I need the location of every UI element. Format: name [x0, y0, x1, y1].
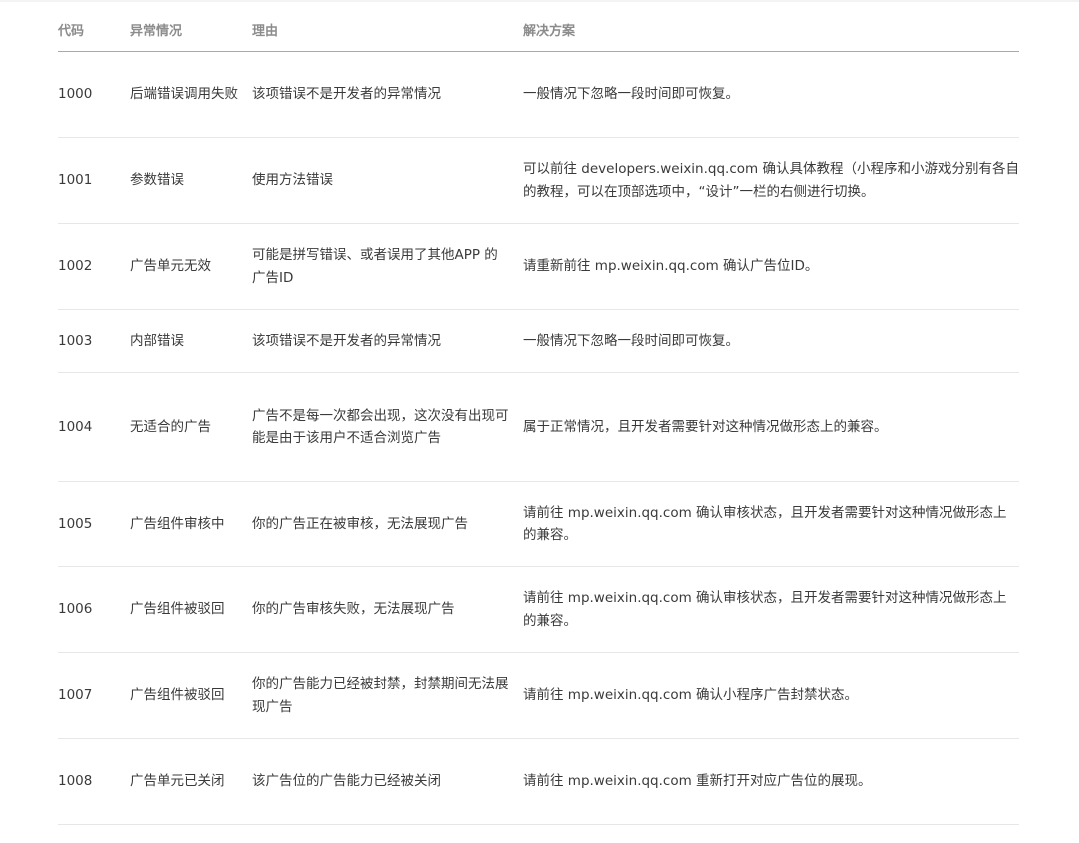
cell-solution: 请前往 mp.weixin.qq.com 确认审核状态，且开发者需要针对这种情况…: [523, 566, 1019, 653]
table-row: 1005 广告组件审核中 你的广告正在被审核，无法展现广告 请前往 mp.wei…: [58, 481, 1019, 567]
cell-code: 1001: [58, 137, 130, 224]
cell-case: 参数错误: [130, 137, 252, 224]
cell-reason: 你的广告能力已经被封禁，封禁期间无法展现广告: [252, 652, 523, 739]
cell-reason: 该项错误不是开发者的异常情况: [252, 51, 523, 138]
table-row: 1007 广告组件被驳回 你的广告能力已经被封禁，封禁期间无法展现广告 请前往 …: [58, 652, 1019, 739]
cell-reason: 广告不是每一次都会出现，这次没有出现可能是由于该用户不适合浏览广告: [252, 372, 523, 482]
cell-code: 1007: [58, 652, 130, 739]
table-row: 1003 内部错误 该项错误不是开发者的异常情况 一般情况下忽略一段时间即可恢复…: [58, 309, 1019, 373]
cell-reason: 你的广告正在被审核，无法展现广告: [252, 481, 523, 567]
table-row: 1001 参数错误 使用方法错误 可以前往 developers.weixin.…: [58, 137, 1019, 224]
header-row: 代码 异常情况 理由 解决方案: [58, 8, 1019, 52]
cell-case: 后端错误调用失败: [130, 51, 252, 138]
cell-code: 1008: [58, 738, 130, 825]
header-reason: 理由: [252, 8, 523, 52]
table-row: 1000 后端错误调用失败 该项错误不是开发者的异常情况 一般情况下忽略一段时间…: [58, 51, 1019, 138]
cell-code: 1005: [58, 481, 130, 567]
cell-code: 1000: [58, 51, 130, 138]
cell-reason: 可能是拼写错误、或者误用了其他APP 的广告ID: [252, 223, 523, 310]
cell-case: 广告单元无效: [130, 223, 252, 310]
header-code: 代码: [58, 8, 130, 52]
cell-solution: 请前往 mp.weixin.qq.com 重新打开对应广告位的展现。: [523, 738, 1019, 825]
cell-code: 1004: [58, 372, 130, 482]
table-row: 1004 无适合的广告 广告不是每一次都会出现，这次没有出现可能是由于该用户不适…: [58, 372, 1019, 482]
header-solution: 解决方案: [523, 8, 1019, 52]
table-header: 代码 异常情况 理由 解决方案: [58, 8, 1019, 52]
top-divider: [0, 0, 1079, 2]
cell-code: 1006: [58, 566, 130, 653]
table-row: 1008 广告单元已关闭 该广告位的广告能力已经被关闭 请前往 mp.weixi…: [58, 738, 1019, 825]
cell-solution: 请前往 mp.weixin.qq.com 确认小程序广告封禁状态。: [523, 652, 1019, 739]
cell-case: 内部错误: [130, 309, 252, 373]
cell-reason: 你的广告审核失败，无法展现广告: [252, 566, 523, 653]
cell-case: 广告组件被驳回: [130, 566, 252, 653]
cell-solution: 请前往 mp.weixin.qq.com 确认审核状态，且开发者需要针对这种情况…: [523, 481, 1019, 567]
table-row: 1002 广告单元无效 可能是拼写错误、或者误用了其他APP 的广告ID 请重新…: [58, 223, 1019, 310]
error-code-table: 代码 异常情况 理由 解决方案 1000 后端错误调用失败 该项错误不是开发者的…: [58, 8, 1019, 825]
cell-solution: 属于正常情况，且开发者需要针对这种情况做形态上的兼容。: [523, 372, 1019, 482]
cell-code: 1002: [58, 223, 130, 310]
cell-case: 广告组件审核中: [130, 481, 252, 567]
cell-solution: 可以前往 developers.weixin.qq.com 确认具体教程（小程序…: [523, 137, 1019, 224]
cell-reason: 该广告位的广告能力已经被关闭: [252, 738, 523, 825]
cell-case: 无适合的广告: [130, 372, 252, 482]
header-case: 异常情况: [130, 8, 252, 52]
cell-solution: 请重新前往 mp.weixin.qq.com 确认广告位ID。: [523, 223, 1019, 310]
cell-case: 广告组件被驳回: [130, 652, 252, 739]
cell-reason: 该项错误不是开发者的异常情况: [252, 309, 523, 373]
cell-case: 广告单元已关闭: [130, 738, 252, 825]
cell-solution: 一般情况下忽略一段时间即可恢复。: [523, 309, 1019, 373]
cell-code: 1003: [58, 309, 130, 373]
table-row: 1006 广告组件被驳回 你的广告审核失败，无法展现广告 请前往 mp.weix…: [58, 566, 1019, 653]
cell-solution: 一般情况下忽略一段时间即可恢复。: [523, 51, 1019, 138]
cell-reason: 使用方法错误: [252, 137, 523, 224]
table-body: 1000 后端错误调用失败 该项错误不是开发者的异常情况 一般情况下忽略一段时间…: [58, 51, 1019, 825]
